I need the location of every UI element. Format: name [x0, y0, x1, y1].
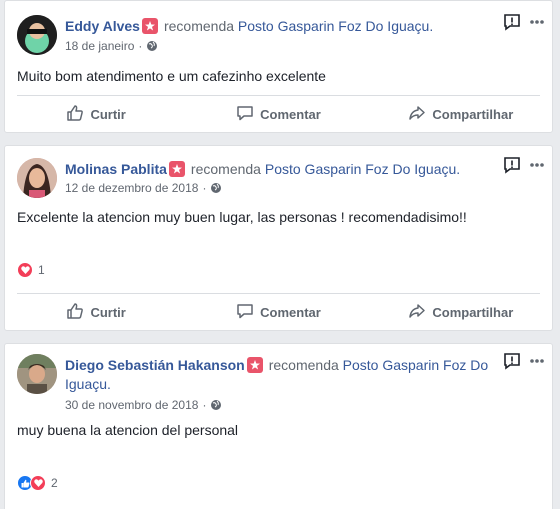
reactions-summary[interactable]: 1: [17, 262, 45, 278]
post-header: Molinas Pablita recomenda Posto Gasparin …: [65, 160, 460, 178]
report-icon[interactable]: [503, 156, 523, 176]
share-icon: [408, 104, 432, 125]
post-header-continued: Iguaçu.: [65, 375, 111, 393]
report-icon[interactable]: [503, 13, 523, 33]
love-reaction-icon: [30, 475, 46, 491]
share-button[interactable]: Compartilhar: [370, 96, 552, 132]
avatar[interactable]: [17, 354, 57, 394]
separator: ·: [138, 39, 143, 53]
avatar[interactable]: [17, 158, 57, 198]
separator: ·: [202, 398, 207, 412]
page-link[interactable]: Posto Gasparin Foz Do Iguaçu.: [238, 18, 433, 34]
recommend-star-icon: [246, 357, 263, 373]
post-meta: 30 de novembro de 2018 ·: [65, 397, 222, 415]
like-button[interactable]: Curtir: [5, 294, 187, 330]
share-icon: [408, 302, 432, 323]
comment-button[interactable]: Comentar: [187, 96, 369, 132]
author-name[interactable]: Molinas Pablita: [65, 161, 167, 177]
globe-icon: [210, 182, 222, 198]
post-card: Molinas Pablita recomenda Posto Gasparin …: [4, 145, 553, 331]
like-button[interactable]: Curtir: [5, 96, 187, 132]
avatar[interactable]: [17, 15, 57, 55]
comment-icon: [236, 302, 260, 323]
more-icon[interactable]: [529, 13, 549, 33]
comment-icon: [236, 104, 260, 125]
like-icon: [66, 302, 90, 323]
globe-icon: [146, 40, 158, 56]
more-icon[interactable]: [529, 156, 549, 176]
share-label: Compartilhar: [432, 304, 514, 320]
page-link[interactable]: Posto Gasparin Foz Do Iguaçu.: [265, 161, 460, 177]
post-meta: 12 de dezembro de 2018 ·: [65, 180, 222, 198]
post-header: Eddy Alves recomenda Posto Gasparin Foz D…: [65, 17, 433, 35]
post-date[interactable]: 12 de dezembro de 2018: [65, 181, 198, 195]
reaction-count: 2: [51, 476, 58, 490]
post-text: Excelente la atencion muy buen lugar, la…: [17, 209, 467, 225]
like-label: Curtir: [90, 106, 126, 122]
action-bar: Curtir Comentar Compartilhar: [5, 294, 552, 330]
post-text: muy buena la atencion del personal: [17, 422, 239, 438]
share-button[interactable]: Compartilhar: [370, 294, 552, 330]
reactions-summary[interactable]: 2: [17, 475, 58, 491]
comment-label: Comentar: [260, 304, 321, 320]
report-icon[interactable]: [503, 352, 523, 372]
globe-icon: [210, 399, 222, 415]
recommends-text: recomenda: [268, 357, 339, 373]
separator: ·: [202, 181, 207, 195]
post-card: Eddy Alves recomenda Posto Gasparin Foz D…: [4, 0, 553, 133]
post-header: Diego Sebastián Hakanson recomenda Posto …: [65, 356, 488, 374]
post-meta: 18 de janeiro ·: [65, 38, 158, 56]
love-reaction-icon: [17, 262, 33, 278]
comment-button[interactable]: Comentar: [187, 294, 369, 330]
page-link-continued[interactable]: Iguaçu.: [65, 376, 111, 392]
post-date[interactable]: 18 de janeiro: [65, 39, 134, 53]
like-icon: [66, 104, 90, 125]
action-bar: Curtir Comentar Compartilhar: [5, 96, 552, 132]
author-name[interactable]: Eddy Alves: [65, 18, 140, 34]
like-label: Curtir: [90, 304, 126, 320]
author-name[interactable]: Diego Sebastián Hakanson: [65, 357, 245, 373]
share-label: Compartilhar: [432, 106, 514, 122]
post-card: Diego Sebastián Hakanson recomenda Posto …: [4, 343, 553, 509]
recommend-star-icon: [168, 161, 185, 177]
post-text: Muito bom atendimento e um cafezinho exc…: [17, 68, 326, 84]
page-link[interactable]: Posto Gasparin Foz Do: [343, 357, 489, 373]
recommends-text: recomenda: [163, 18, 235, 34]
recommend-star-icon: [141, 18, 158, 34]
more-icon[interactable]: [529, 352, 549, 372]
reaction-count: 1: [38, 263, 45, 277]
post-date[interactable]: 30 de novembro de 2018: [65, 398, 198, 412]
comment-label: Comentar: [260, 106, 321, 122]
recommends-text: recomenda: [190, 161, 261, 177]
